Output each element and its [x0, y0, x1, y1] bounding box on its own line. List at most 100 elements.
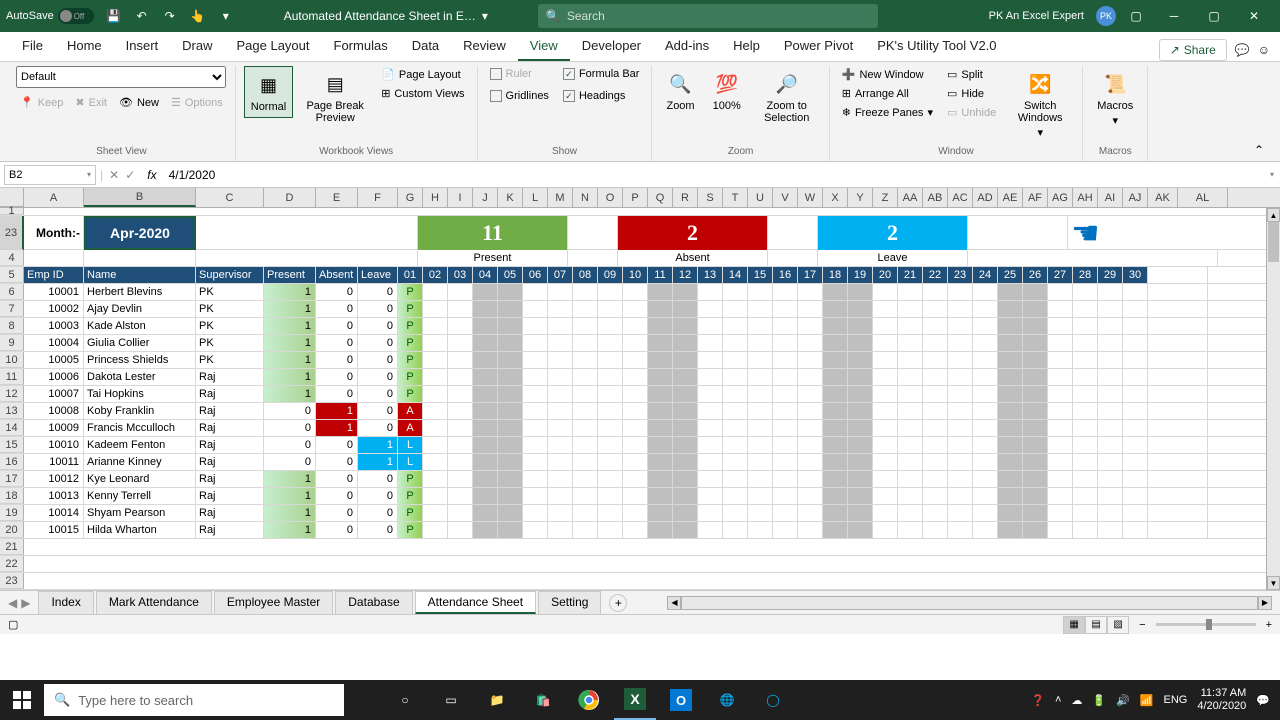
- cell[interactable]: [748, 420, 773, 436]
- cell[interactable]: [898, 318, 923, 334]
- tray-expand-icon[interactable]: ˄: [1055, 694, 1061, 706]
- cell[interactable]: [998, 420, 1023, 436]
- cell[interactable]: [623, 522, 648, 538]
- cell[interactable]: [448, 420, 473, 436]
- zoom-selection-button[interactable]: 🔎Zoom to Selection: [753, 66, 821, 128]
- cell[interactable]: [798, 318, 823, 334]
- cell[interactable]: 0: [358, 369, 398, 385]
- cell[interactable]: [1123, 301, 1148, 317]
- cell[interactable]: 10013: [24, 488, 84, 504]
- cell[interactable]: Raj: [196, 386, 264, 402]
- cell[interactable]: [1073, 284, 1098, 300]
- cell[interactable]: [1023, 301, 1048, 317]
- cell[interactable]: [498, 369, 523, 385]
- cell[interactable]: [848, 522, 873, 538]
- cell[interactable]: 10001: [24, 284, 84, 300]
- cell[interactable]: [848, 318, 873, 334]
- tab-formulas[interactable]: Formulas: [322, 32, 400, 61]
- cell[interactable]: [1148, 267, 1208, 283]
- cell[interactable]: [873, 335, 898, 351]
- cell[interactable]: [473, 284, 498, 300]
- cell[interactable]: Francis Mcculloch: [84, 420, 196, 436]
- cell[interactable]: 10012: [24, 471, 84, 487]
- taskview-icon[interactable]: ▭: [430, 680, 472, 720]
- split-button[interactable]: ▭Split: [943, 66, 1000, 83]
- cell[interactable]: 0: [316, 369, 358, 385]
- row-header[interactable]: 18: [0, 488, 24, 504]
- cell[interactable]: [548, 386, 573, 402]
- cell[interactable]: [523, 301, 548, 317]
- cell[interactable]: [998, 488, 1023, 504]
- cell[interactable]: [673, 522, 698, 538]
- cell[interactable]: [773, 318, 798, 334]
- cell[interactable]: [1148, 284, 1208, 300]
- cell[interactable]: [648, 301, 673, 317]
- cell[interactable]: 0: [358, 505, 398, 521]
- cell[interactable]: PK: [196, 318, 264, 334]
- cell[interactable]: [948, 335, 973, 351]
- cell[interactable]: [548, 488, 573, 504]
- cell[interactable]: [998, 386, 1023, 402]
- cell[interactable]: [848, 403, 873, 419]
- cell[interactable]: [1098, 318, 1123, 334]
- fx-icon[interactable]: fx: [141, 168, 162, 182]
- cell[interactable]: Absent: [618, 250, 768, 266]
- cell[interactable]: Raj: [196, 420, 264, 436]
- cell[interactable]: [848, 284, 873, 300]
- cell[interactable]: [1098, 488, 1123, 504]
- tab-nav-prev-icon[interactable]: ◀: [8, 596, 17, 610]
- col-header[interactable]: D: [264, 188, 316, 207]
- sheet-tab-mark-attendance[interactable]: Mark Attendance: [96, 591, 212, 614]
- cell[interactable]: [798, 488, 823, 504]
- cell[interactable]: Raj: [196, 437, 264, 453]
- cell[interactable]: [673, 437, 698, 453]
- cell[interactable]: 0: [264, 420, 316, 436]
- cell[interactable]: [473, 318, 498, 334]
- cell[interactable]: [948, 386, 973, 402]
- cell[interactable]: [973, 505, 998, 521]
- col-header[interactable]: AB: [923, 188, 948, 207]
- cell[interactable]: [623, 454, 648, 470]
- cell[interactable]: [673, 471, 698, 487]
- maximize-button[interactable]: ▢: [1194, 0, 1234, 32]
- cell[interactable]: 10007: [24, 386, 84, 402]
- cell[interactable]: [948, 420, 973, 436]
- tab-insert[interactable]: Insert: [114, 32, 171, 61]
- tab-view[interactable]: View: [518, 32, 570, 61]
- cell[interactable]: Hilda Wharton: [84, 522, 196, 538]
- cell[interactable]: [598, 454, 623, 470]
- cell[interactable]: Koby Franklin: [84, 403, 196, 419]
- cell[interactable]: [773, 522, 798, 538]
- cell[interactable]: [1023, 284, 1048, 300]
- cell[interactable]: [923, 522, 948, 538]
- cell[interactable]: [1098, 284, 1123, 300]
- cell[interactable]: [773, 471, 798, 487]
- cell[interactable]: [673, 284, 698, 300]
- cell[interactable]: [1098, 420, 1123, 436]
- cell[interactable]: [24, 250, 84, 266]
- cell[interactable]: [948, 318, 973, 334]
- col-header[interactable]: Y: [848, 188, 873, 207]
- col-header[interactable]: AC: [948, 188, 973, 207]
- cell[interactable]: [448, 301, 473, 317]
- cell[interactable]: [923, 471, 948, 487]
- col-header[interactable]: Z: [873, 188, 898, 207]
- unhide-button[interactable]: ▭Unhide: [943, 104, 1000, 121]
- cell[interactable]: [1123, 318, 1148, 334]
- cell[interactable]: 14: [723, 267, 748, 283]
- cell[interactable]: [673, 369, 698, 385]
- cell[interactable]: [873, 522, 898, 538]
- cell[interactable]: [648, 352, 673, 368]
- cell[interactable]: Herbert Blevins: [84, 284, 196, 300]
- cell[interactable]: [523, 522, 548, 538]
- cell[interactable]: Kade Alston: [84, 318, 196, 334]
- cell[interactable]: 21: [898, 267, 923, 283]
- cell[interactable]: [473, 335, 498, 351]
- cell[interactable]: [798, 437, 823, 453]
- cell[interactable]: [823, 369, 848, 385]
- cell[interactable]: [573, 420, 598, 436]
- cell[interactable]: [768, 216, 818, 250]
- cell[interactable]: [723, 505, 748, 521]
- cell[interactable]: [768, 250, 818, 266]
- tab-help[interactable]: Help: [721, 32, 772, 61]
